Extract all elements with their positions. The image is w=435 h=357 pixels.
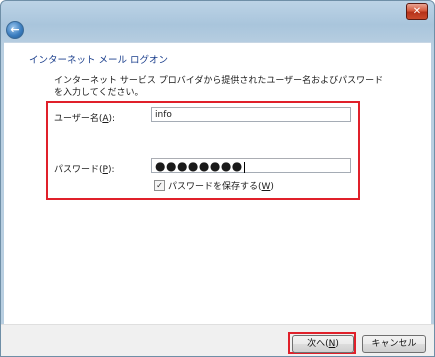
back-arrow-icon: ← (10, 23, 20, 36)
wizard-content: インターネット メール ログオン インターネット サービス プロバイダから提供さ… (4, 42, 431, 324)
text-caret (243, 162, 245, 173)
close-button[interactable]: ✕ (406, 3, 428, 20)
remember-password-checkbox[interactable]: ✓ (154, 180, 165, 191)
dialog-window: ✕ ← インターネット メール ログオン インターネット サービス プロバイダか… (0, 0, 435, 357)
button-bar: 次へ(N) キャンセル (1, 324, 434, 356)
cancel-button[interactable]: キャンセル (362, 335, 426, 353)
page-title: インターネット メール ログオン (29, 55, 169, 66)
remember-password-label: パスワードを保存する(W) (168, 182, 274, 192)
username-value: info (155, 110, 172, 120)
close-icon: ✕ (412, 6, 422, 17)
username-label: ユーザー名(A): (54, 114, 116, 124)
instructions-text: インターネット サービス プロバイダから提供されたユーザー名およびパスワードを入… (54, 76, 384, 98)
next-button[interactable]: 次へ(N) (292, 335, 354, 353)
password-input[interactable]: ●●●●●●●● (151, 158, 351, 173)
checkmark-icon: ✓ (156, 181, 163, 190)
username-input[interactable]: info (151, 107, 351, 122)
title-bar: ✕ (1, 1, 434, 23)
password-mask: ●●●●●●●● (155, 159, 243, 173)
back-button[interactable]: ← (6, 21, 24, 39)
password-label: パスワード(P): (54, 165, 115, 175)
remember-password-row[interactable]: ✓ パスワードを保存する(W) (154, 179, 274, 192)
